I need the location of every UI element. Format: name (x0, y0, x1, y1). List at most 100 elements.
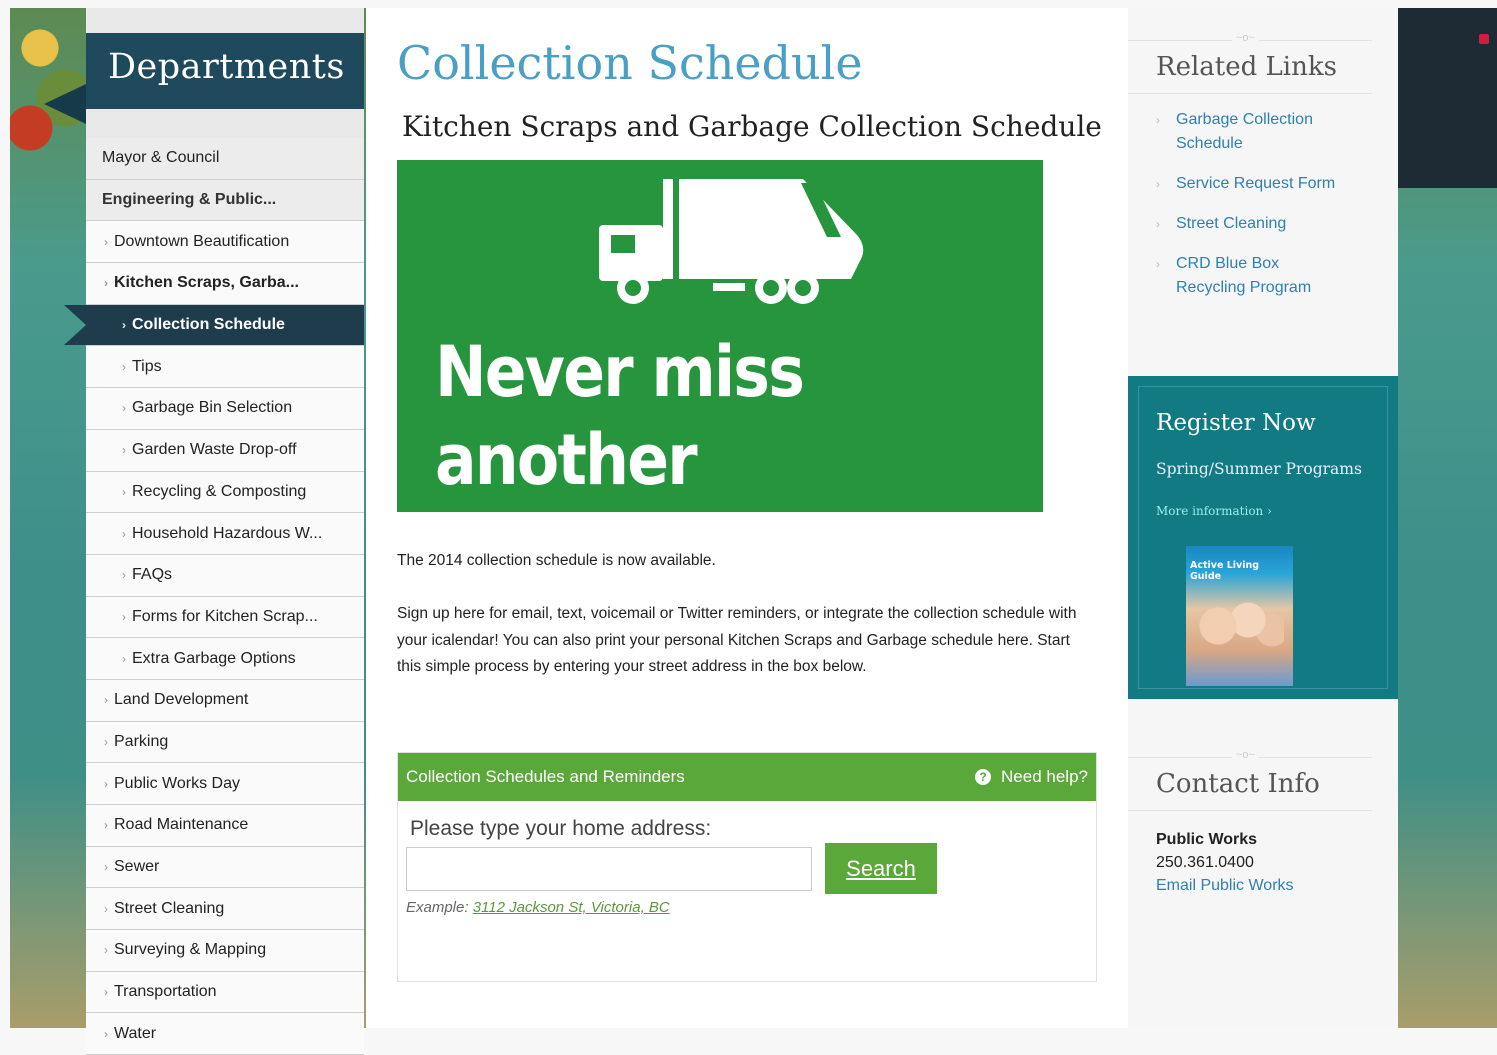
sidebar-item[interactable]: › Kitchen Scraps, Garba... (86, 263, 364, 305)
sidebar-item[interactable]: › Extra Garbage Options (86, 638, 364, 680)
sidebar-item-label: Downtown Beautification (114, 232, 290, 250)
related-link[interactable]: › Service Request Form (1156, 172, 1336, 196)
sidebar-item-label: Parking (114, 732, 169, 750)
sidebar-item[interactable]: › FAQs (86, 554, 364, 597)
contact-phone: 250.361.0400 (1156, 854, 1254, 871)
sidebar-item[interactable]: › Recycling & Composting (86, 471, 364, 514)
sidebar-item-label: Garbage Bin Selection (132, 399, 293, 417)
sidebar-item[interactable]: › Tips (86, 346, 364, 389)
related-link[interactable]: › CRD Blue Box Recycling Program (1156, 252, 1336, 300)
sidebar-item[interactable]: › Garden Waste Drop-off (86, 429, 364, 472)
sidebar-item-label: Extra Garbage Options (132, 649, 296, 667)
sidebar-item-label: Water (114, 1024, 157, 1042)
contact-info: Public Works 250.361.0400 Email Public W… (1156, 828, 1294, 897)
sidebar-item[interactable]: › Surveying & Mapping (86, 930, 364, 972)
search-button[interactable]: Search (825, 843, 937, 894)
chevron-right-icon: › (122, 318, 126, 333)
sidebar-nav: Mayor & Council Engineering & Public... › D… (86, 138, 364, 1055)
ornament-divider (1128, 749, 1372, 766)
sidebar-item-label: Sewer (114, 858, 160, 876)
more-information-link[interactable]: More information › (1156, 504, 1272, 518)
departments-ribbon (44, 84, 86, 124)
chevron-right-icon: › (122, 359, 126, 374)
divider (1128, 93, 1372, 94)
widget-header: Collection Schedules and Reminders ? Nee… (398, 753, 1096, 801)
contact-info-heading: Contact Info (1156, 769, 1320, 799)
chevron-right-icon: › (122, 484, 126, 499)
schedule-available-text: The 2014 collection schedule is now avai… (397, 552, 716, 569)
sidebar-item[interactable]: › Sewer (86, 846, 364, 889)
chevron-right-icon: › (1156, 113, 1160, 127)
guide-photo (1196, 586, 1284, 666)
truck-icon (599, 179, 864, 304)
departments-heading: Departments (86, 33, 364, 109)
chevron-right-icon: › (122, 609, 126, 624)
address-label: Please type your home address: (410, 817, 712, 840)
active-living-guide-cover[interactable]: Active Living Guide (1186, 546, 1293, 686)
widget-title: Collection Schedules and Reminders (406, 767, 685, 786)
chevron-right-icon: › (104, 901, 108, 916)
sidebar-item-label: Transportation (114, 983, 217, 1001)
sidebar-item[interactable]: › Road Maintenance (86, 805, 364, 847)
sidebar-item-label: Mayor & Council (102, 149, 220, 167)
ornament-divider (1128, 32, 1372, 49)
chevron-right-icon: › (122, 568, 126, 583)
sidebar-item-label: Road Maintenance (114, 816, 249, 834)
chevron-right-icon: › (104, 776, 108, 791)
sidebar-item-label: Street Cleaning (114, 899, 225, 917)
sidebar-item[interactable]: › Public Works Day (86, 763, 364, 805)
collection-widget: Collection Schedules and Reminders ? Nee… (397, 752, 1097, 982)
chevron-right-icon: › (104, 860, 108, 875)
chevron-right-icon: › (104, 234, 108, 249)
sidebar-item-label: Engineering & Public... (102, 191, 277, 209)
need-help-link[interactable]: ? Need help? (975, 767, 1088, 787)
sidebar-item-label: FAQs (132, 566, 173, 584)
chevron-right-icon: › (1156, 177, 1160, 191)
register-promo[interactable]: Register Now Spring/Summer Programs More… (1128, 376, 1398, 699)
chevron-right-icon: › (1156, 217, 1160, 231)
sidebar-item-label: Tips (132, 357, 162, 375)
chevron-right-icon: › (104, 276, 108, 291)
chevron-right-icon: › (104, 1026, 108, 1041)
email-public-works-link[interactable]: Email Public Works (1156, 877, 1294, 894)
chevron-right-icon: › (104, 734, 108, 749)
related-link-label: CRD Blue Box Recycling Program (1176, 255, 1312, 296)
sidebar-item[interactable]: › Forms for Kitchen Scrap... (86, 596, 364, 639)
banner-line-2: collection day (435, 504, 963, 512)
address-input[interactable] (406, 847, 812, 891)
sidebar-item[interactable]: › Collection Schedule (86, 304, 364, 347)
sidebar-item-label: Kitchen Scraps, Garba... (114, 274, 299, 292)
related-link[interactable]: › Garbage Collection Schedule (1156, 108, 1336, 156)
divider (1128, 810, 1372, 811)
sidebar-item[interactable]: Mayor & Council (86, 138, 364, 180)
sidebar-item[interactable]: › Household Hazardous W... (86, 513, 364, 555)
related-links-list: › Garbage Collection Schedule › Service Req… (1156, 108, 1336, 300)
sidebar-item[interactable]: Engineering & Public... (86, 179, 364, 222)
sidebar-item[interactable]: › Water (86, 1013, 364, 1055)
sidebar-item[interactable]: › Downtown Beautification (86, 221, 364, 264)
sidebar-item-label: Collection Schedule (132, 316, 285, 334)
chevron-right-icon: › (1156, 257, 1160, 271)
need-help-label: Need help? (1001, 767, 1088, 786)
related-link-label: Service Request Form (1176, 175, 1336, 192)
related-link[interactable]: › Street Cleaning (1156, 212, 1336, 236)
sidebar-item[interactable]: › Street Cleaning (86, 888, 364, 931)
page-subtitle: Kitchen Scraps and Garbage Collection Sc… (402, 110, 1102, 143)
collection-banner: Never miss another collection day (397, 160, 1043, 512)
sidebar-item-label: Public Works Day (114, 774, 240, 792)
sidebar-item[interactable]: › Transportation (86, 971, 364, 1014)
sidebar-item[interactable]: › Garbage Bin Selection (86, 388, 364, 430)
banner-slogan: Never miss another collection day (435, 328, 963, 512)
background-accent (1479, 34, 1489, 44)
sidebar-item[interactable]: › Parking (86, 721, 364, 764)
related-links-heading: Related Links (1156, 52, 1337, 82)
signup-instructions-text: Sign up here for email, text, voicemail … (397, 605, 1077, 675)
sidebar-item-label: Forms for Kitchen Scrap... (132, 607, 318, 625)
sidebar-item-label: Recycling & Composting (132, 482, 307, 500)
sidebar-item[interactable]: › Land Development (86, 679, 364, 722)
related-link-label: Garbage Collection Schedule (1176, 111, 1313, 152)
chevron-right-icon: › (122, 526, 126, 541)
example-address-link[interactable]: 3112 Jackson St, Victoria, BC (473, 899, 670, 916)
example-prefix: Example: (406, 899, 469, 916)
register-title: Register Now (1156, 410, 1316, 436)
